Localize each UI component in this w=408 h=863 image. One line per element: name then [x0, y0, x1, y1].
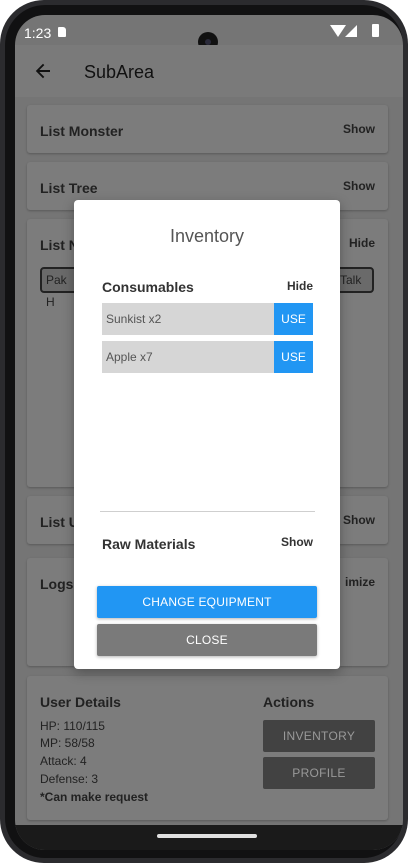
- profile-button[interactable]: PROFILE: [263, 757, 375, 789]
- status-time: 1:23: [24, 25, 52, 41]
- page-title: SubArea: [84, 62, 155, 82]
- use-button[interactable]: USE: [274, 341, 313, 373]
- list-monster-card: List Monster Show: [27, 105, 388, 153]
- actions-title: Actions: [263, 694, 315, 710]
- use-button[interactable]: USE: [274, 303, 313, 335]
- request-note: *Can make request: [40, 790, 149, 804]
- power-button: [404, 370, 408, 395]
- signal-icon: [345, 25, 357, 37]
- logs-title: Logs: [40, 576, 74, 592]
- phone-frame: 1:23 SubArea List Monster Show List Tree…: [0, 0, 408, 863]
- list-monster-toggle[interactable]: Show: [343, 122, 375, 136]
- inventory-button[interactable]: INVENTORY: [263, 720, 375, 752]
- inventory-dialog: Inventory Consumables Hide Sunkist x2 US…: [74, 200, 340, 669]
- raw-materials-title: Raw Materials: [102, 536, 196, 552]
- defense-value: Defense: 3: [40, 772, 99, 786]
- status-bar: 1:23: [15, 15, 403, 52]
- list-user-toggle[interactable]: Show: [343, 513, 375, 527]
- attack-value: Attack: 4: [40, 754, 87, 768]
- hp-value: HP: 110/115: [40, 719, 105, 733]
- sd-card-icon: [58, 27, 66, 37]
- consumables-toggle[interactable]: Hide: [287, 279, 313, 293]
- item-name: Apple x7: [106, 350, 153, 364]
- talk-chip[interactable]: Talk: [334, 267, 374, 293]
- home-indicator[interactable]: [157, 834, 257, 838]
- logs-toggle[interactable]: imize: [345, 575, 375, 589]
- raw-materials-toggle[interactable]: Show: [281, 535, 313, 549]
- app-bar: SubArea: [15, 45, 403, 97]
- change-equipment-button[interactable]: CHANGE EQUIPMENT: [97, 586, 317, 618]
- list-tree-title: List Tree: [40, 180, 98, 196]
- mp-value: MP: 58/58: [40, 736, 95, 750]
- list-monster-title: List Monster: [40, 123, 124, 139]
- dialog-title: Inventory: [169, 226, 245, 246]
- user-details-card: User Details HP: 110/115 MP: 58/58 Attac…: [27, 676, 388, 820]
- list-item: Apple x7 USE: [102, 341, 313, 373]
- screen: 1:23 SubArea List Monster Show List Tree…: [15, 15, 403, 850]
- phone-bezel: 1:23 SubArea List Monster Show List Tree…: [5, 5, 403, 858]
- list-item: Sunkist x2 USE: [102, 303, 313, 335]
- close-button[interactable]: CLOSE: [97, 624, 317, 656]
- user-details-title: User Details: [40, 694, 121, 710]
- navigation-bar: [15, 825, 403, 850]
- divider: [100, 511, 315, 512]
- list-tree-toggle[interactable]: Show: [343, 179, 375, 193]
- consumables-title: Consumables: [102, 279, 194, 295]
- item-name: Sunkist x2: [106, 312, 162, 326]
- arrow-left-icon[interactable]: [33, 61, 53, 81]
- list-npc-toggle[interactable]: Hide: [349, 236, 375, 250]
- battery-icon: [372, 24, 379, 37]
- volume-button: [404, 250, 408, 290]
- wifi-icon: [330, 25, 346, 37]
